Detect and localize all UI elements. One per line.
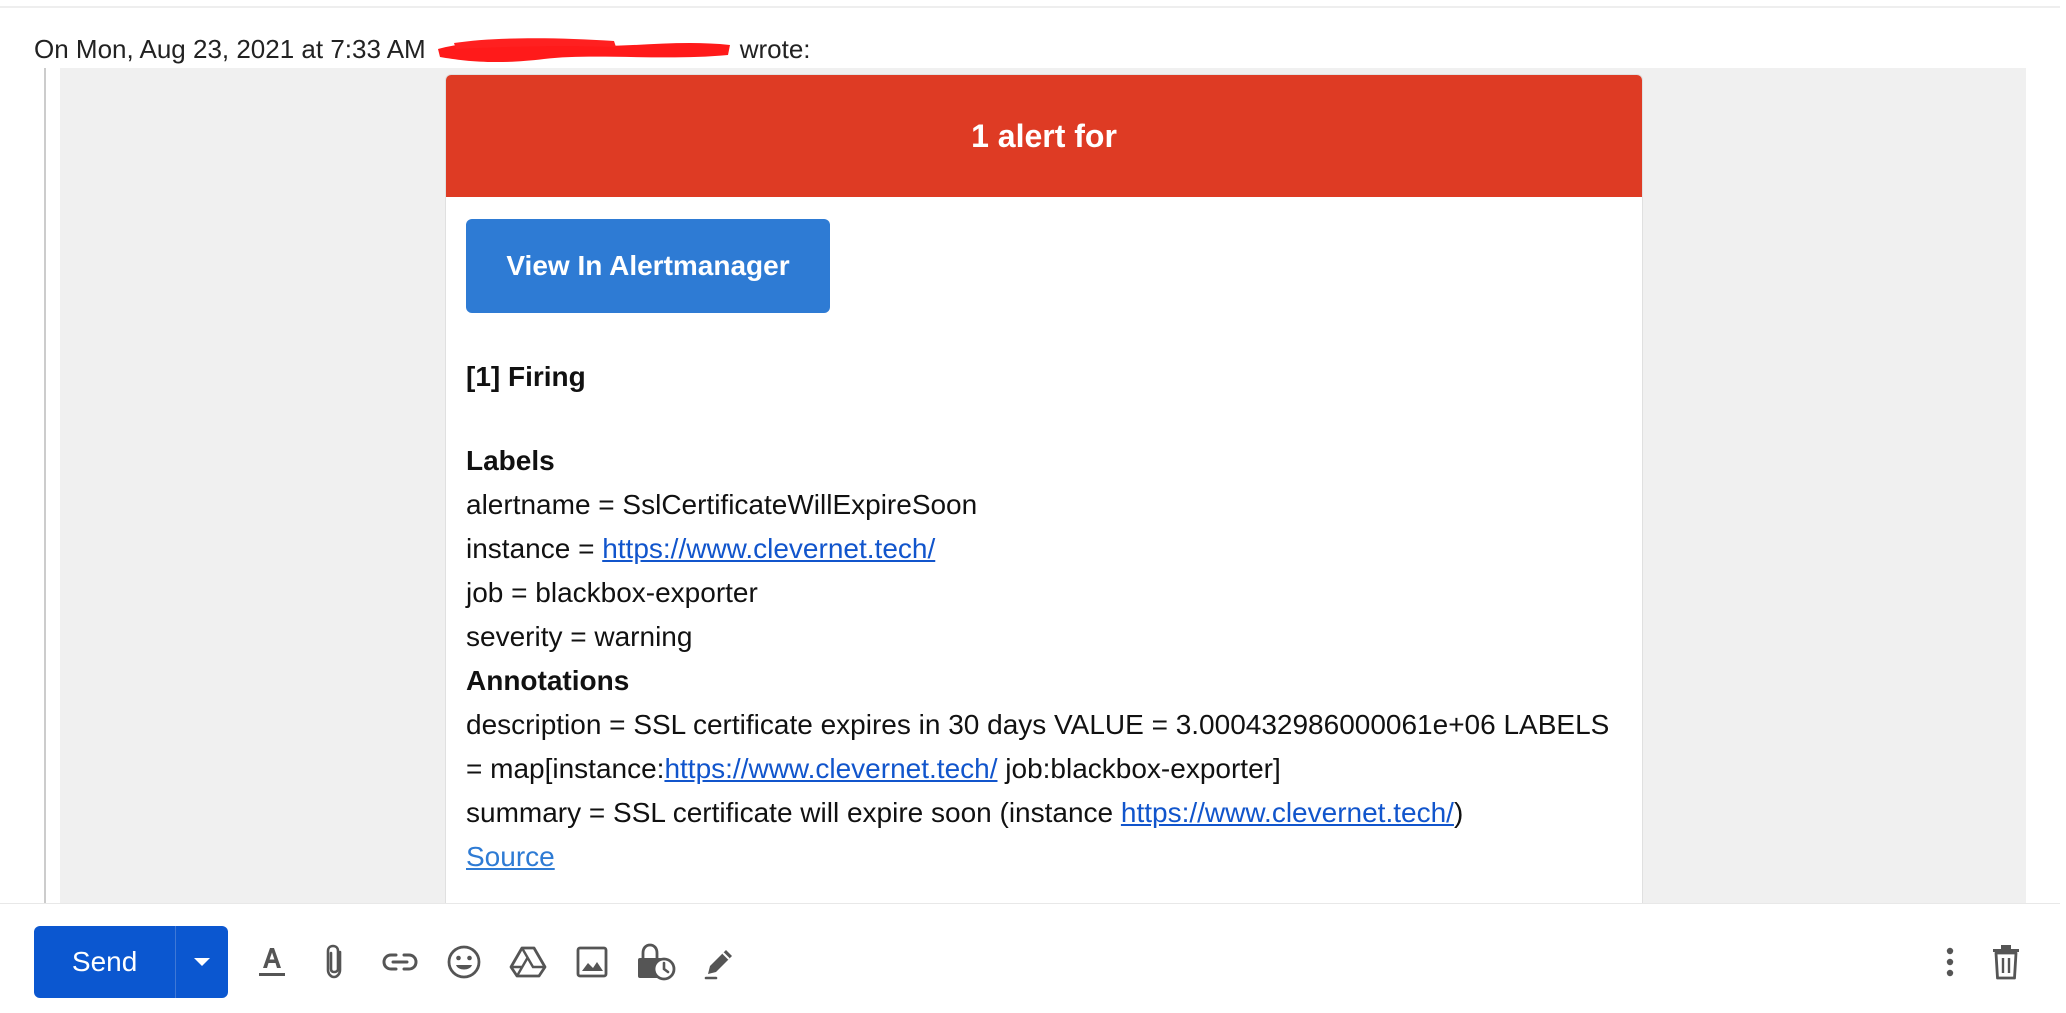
drive-icon[interactable] (504, 938, 552, 986)
signature-pen-icon[interactable] (696, 938, 744, 986)
view-in-alertmanager-button[interactable]: View In Alertmanager (466, 219, 830, 313)
redacted-sender (434, 37, 734, 65)
annotation-description-line2: = map[instance:https://www.clevernet.tec… (466, 747, 1281, 791)
image-icon[interactable] (568, 938, 616, 986)
annotations-heading: Annotations (466, 665, 630, 696)
alert-header: 1 alert for (446, 75, 1642, 197)
label-alertname: alertname = SslCertificateWillExpireSoon (466, 489, 978, 520)
quote-wrote: wrote: (739, 34, 811, 64)
label-job: job = blackbox-exporter (466, 577, 758, 608)
link-icon[interactable] (376, 938, 424, 986)
labels-heading: Labels (466, 445, 555, 476)
description-map-suffix: job:blackbox-exporter] (997, 753, 1281, 784)
source-link[interactable]: Source (466, 841, 555, 872)
summary-instance-link[interactable]: https://www.clevernet.tech/ (1121, 797, 1454, 828)
summary-close-paren: ) (1453, 797, 1464, 828)
quote-attribution: On Mon, Aug 23, 2021 at 7:33 AM wrote: (34, 32, 811, 66)
more-options-icon[interactable] (1926, 938, 1974, 986)
firing-heading: [1] Firing (466, 361, 586, 392)
label-severity: severity = warning (466, 621, 693, 652)
alert-header-title: 1 alert for (971, 117, 1117, 154)
alert-email-card: 1 alert for View In Alertmanager [1] Fir… (445, 74, 1643, 904)
quote-date: On Mon, Aug 23, 2021 at 7:33 AM (34, 34, 426, 64)
view-button-label: View In Alertmanager (506, 250, 790, 281)
compose-toolbar: Send (0, 903, 2060, 1013)
send-label: Send (71, 946, 138, 977)
send-button-group: Send (34, 926, 228, 998)
top-divider (0, 6, 2060, 8)
label-instance: instance = https://www.clevernet.tech/ (466, 527, 935, 571)
description-map-prefix: = map[instance: (466, 753, 665, 784)
attach-icon[interactable] (312, 938, 360, 986)
send-button[interactable]: Send (34, 926, 177, 998)
send-options-dropdown[interactable] (176, 926, 228, 998)
caret-down-icon (194, 958, 211, 966)
description-instance-link[interactable]: https://www.clevernet.tech/ (664, 753, 997, 784)
annotation-summary: summary = SSL certificate will expire so… (466, 791, 1463, 835)
quote-bar (44, 68, 46, 903)
annotation-description-line1: description = SSL certificate expires in… (466, 709, 1610, 740)
emoji-icon[interactable] (440, 938, 488, 986)
label-instance-key: instance = (466, 533, 603, 564)
text-format-icon[interactable] (248, 938, 296, 986)
instance-link[interactable]: https://www.clevernet.tech/ (602, 533, 935, 564)
delete-icon[interactable] (1982, 938, 2030, 986)
source-line: Source (466, 835, 555, 879)
confidential-lock-icon[interactable] (632, 938, 680, 986)
summary-text: summary = SSL certificate will expire so… (466, 797, 1121, 828)
